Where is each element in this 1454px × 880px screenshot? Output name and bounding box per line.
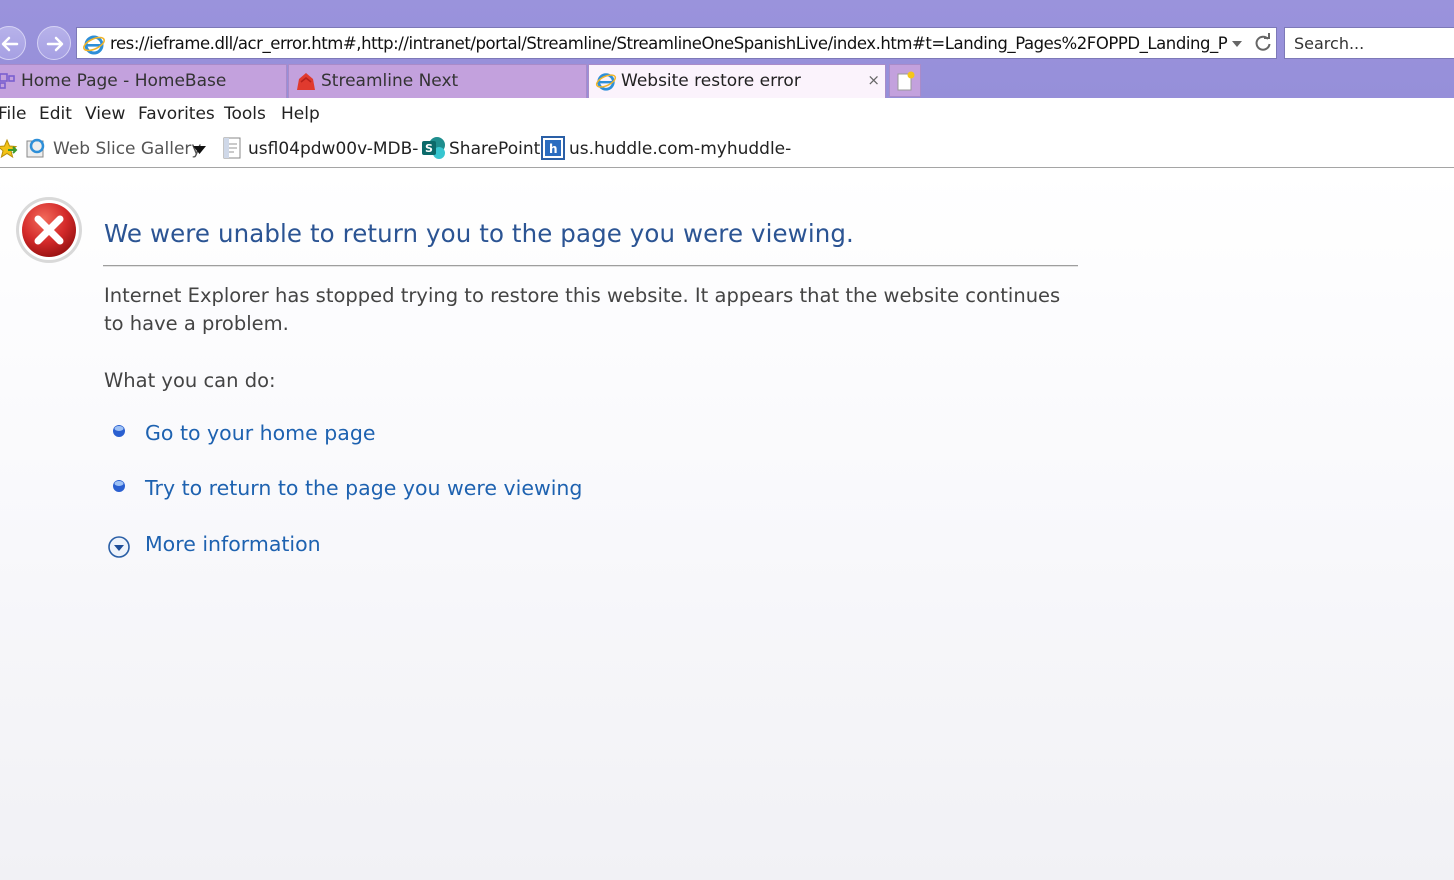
tab-label: Website restore error xyxy=(621,71,801,91)
menu-edit[interactable]: Edit xyxy=(39,104,72,124)
error-icon xyxy=(16,197,82,263)
favorite-web-slice-gallery[interactable]: Web Slice Gallery xyxy=(53,139,201,159)
return-to-page-link[interactable]: Try to return to the page you were viewi… xyxy=(145,476,582,500)
tab-home-page[interactable]: Home Page - HomeBase xyxy=(0,64,287,98)
favorites-star-icon[interactable] xyxy=(0,138,18,160)
sharepoint-icon: S xyxy=(422,137,445,159)
menu-file[interactable]: File xyxy=(0,104,26,124)
back-arrow-icon xyxy=(1,36,19,52)
favorites-bar: Web Slice Gallery usfl04pdw00v-MDB- S Sh… xyxy=(0,132,1454,168)
ie-logo-icon xyxy=(595,73,617,91)
tab-website-restore-error[interactable]: Website restore error × xyxy=(588,64,886,99)
bullet-icon xyxy=(113,425,125,437)
forward-arrow-icon xyxy=(46,36,64,52)
search-input[interactable] xyxy=(1285,28,1454,58)
menu-bar: File Edit View Favorites Tools Help xyxy=(0,98,1454,132)
ie-logo-icon xyxy=(83,35,105,55)
new-tab-icon xyxy=(897,71,915,91)
tab-streamline-next[interactable]: Streamline Next xyxy=(288,64,587,98)
refresh-icon[interactable] xyxy=(1253,33,1273,53)
address-url[interactable]: res://ieframe.dll/acr_error.htm#,http://… xyxy=(110,34,1228,56)
tab-label: Home Page - HomeBase xyxy=(21,71,227,91)
favorite-sharepoint[interactable]: SharePoint xyxy=(449,139,540,159)
address-bar[interactable]: res://ieframe.dll/acr_error.htm#,http://… xyxy=(76,27,1277,59)
homebase-icon xyxy=(0,73,15,89)
browser-titlebar: res://ieframe.dll/acr_error.htm#,http://… xyxy=(0,0,1454,99)
page-title: We were unable to return you to the page… xyxy=(104,219,854,248)
forward-button[interactable] xyxy=(37,26,71,60)
page-icon xyxy=(223,137,241,159)
favorite-huddle[interactable]: us.huddle.com-myhuddle- xyxy=(569,139,791,159)
menu-view[interactable]: View xyxy=(85,104,125,124)
address-dropdown-icon[interactable] xyxy=(1232,41,1242,47)
title-divider xyxy=(103,265,1078,267)
favorite-usfl04pdw00v[interactable]: usfl04pdw00v-MDB- xyxy=(248,139,418,159)
chevron-down-icon[interactable] xyxy=(193,146,206,154)
huddle-icon: h xyxy=(541,136,565,160)
what-you-can-do-heading: What you can do: xyxy=(104,369,276,392)
menu-help[interactable]: Help xyxy=(281,104,320,124)
back-button[interactable] xyxy=(0,26,26,60)
menu-favorites[interactable]: Favorites xyxy=(138,104,215,124)
svg-text:h: h xyxy=(549,142,558,156)
error-description: Internet Explorer has stopped trying to … xyxy=(104,284,1061,335)
new-tab-button[interactable] xyxy=(889,64,921,97)
tab-label: Streamline Next xyxy=(321,71,459,91)
svg-text:S: S xyxy=(425,142,433,155)
go-to-home-page-link[interactable]: Go to your home page xyxy=(145,421,376,445)
menu-tools[interactable]: Tools xyxy=(224,104,266,124)
expand-chevron-icon[interactable] xyxy=(107,535,131,559)
bullet-icon xyxy=(113,480,125,492)
error-page: We were unable to return you to the page… xyxy=(0,168,1454,880)
web-slice-icon xyxy=(26,138,45,158)
search-box[interactable] xyxy=(1284,27,1454,59)
streamline-icon xyxy=(297,73,315,90)
close-tab-icon[interactable]: × xyxy=(867,71,880,89)
more-information-link[interactable]: More information xyxy=(145,532,321,556)
